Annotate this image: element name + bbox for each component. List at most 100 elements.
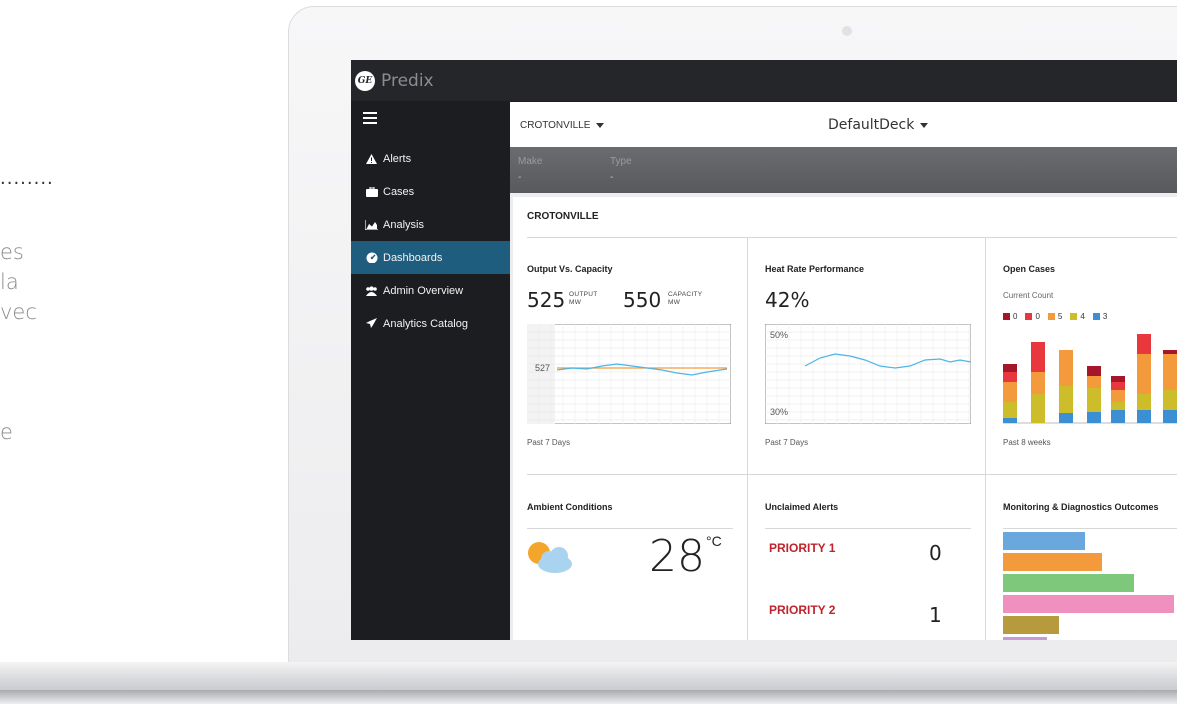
bar-segment: [1087, 412, 1101, 423]
sidebar-nav: Alerts Cases Analysis Dashboards Admin O…: [351, 142, 510, 340]
card-footer: Past 7 Days: [527, 438, 571, 447]
main-content: CROTONVILLE DefaultDeck Make - Type - CR…: [510, 102, 1177, 640]
laptop-base-shadow: [0, 690, 1177, 704]
bar-segment: [1111, 410, 1125, 423]
bar-segment: [1137, 410, 1151, 423]
sidebar-item-alerts[interactable]: Alerts: [351, 142, 510, 175]
temperature-unit: °C: [706, 533, 722, 549]
card-footer: Past 8 weeks: [1003, 438, 1051, 447]
area-chart-icon: [365, 219, 378, 230]
unclaimed-alerts-card[interactable]: Unclaimed Alerts PRIORITY 1 0 PRIORITY 2…: [751, 475, 985, 640]
card-title: Open Cases: [1003, 264, 1056, 274]
partly-cloudy-icon: [528, 542, 572, 573]
ambient-conditions-card[interactable]: Ambient Conditions 28 °C: [513, 475, 747, 640]
open-cases-stacked-bar-chart: [1003, 334, 1177, 424]
legend-value: 5: [1057, 312, 1063, 321]
card-divider: [1003, 528, 1177, 529]
sidebar-item-analytics-catalog[interactable]: Analytics Catalog: [351, 307, 510, 340]
md-outcomes-card[interactable]: Monitoring & Diagnostics Outcomes: [989, 475, 1177, 640]
bar-segment: [1031, 372, 1045, 394]
legend-value: 0: [1013, 312, 1018, 321]
type-label: Type: [610, 156, 632, 167]
sidebar-item-dashboards[interactable]: Dashboards: [351, 241, 510, 274]
context-bar: CROTONVILLE DefaultDeck: [510, 102, 1177, 147]
bar-segment: [1111, 382, 1125, 390]
md-outcome-bar: [1003, 616, 1059, 634]
open-cases-legend: 0 0 5 4 3: [1003, 312, 1115, 321]
users-icon: [365, 285, 378, 296]
deck-title: CROTONVILLE: [527, 211, 599, 222]
bar-segment: [1163, 354, 1177, 390]
legend-swatch: [1025, 313, 1033, 320]
bar-segment: [1059, 386, 1073, 413]
rocket-icon: [365, 318, 378, 329]
legend-swatch: [1092, 313, 1100, 320]
caret-down-icon: [920, 122, 929, 128]
site-selector[interactable]: CROTONVILLE: [520, 120, 605, 131]
heat-rate-card[interactable]: Heat Rate Performance 42% 50% 30% Past 7…: [751, 238, 985, 474]
card-divider: [527, 528, 733, 529]
hamburger-menu-icon[interactable]: [363, 112, 377, 124]
bar-segment: [1163, 390, 1177, 410]
md-outcome-bar: [1003, 553, 1102, 571]
sidebar-item-label: Cases: [383, 185, 415, 198]
legend-swatch: [1003, 313, 1010, 320]
card-title: Monitoring & Diagnostics Outcomes: [1003, 502, 1159, 512]
ge-logo-icon: GE: [355, 70, 375, 91]
sidebar-item-label: Dashboards: [383, 251, 443, 264]
legend-value: 3: [1102, 312, 1108, 321]
sidebar-item-label: Alerts: [383, 152, 412, 165]
priority-1-label[interactable]: PRIORITY 1: [769, 541, 835, 555]
priority-2-count: 1: [929, 603, 942, 627]
bar-segment: [1137, 334, 1151, 354]
card-divider: [765, 528, 971, 529]
app-screen: GE Predix Alerts Cases Analysis Dashboar…: [351, 60, 1177, 640]
bar-segment: [1031, 394, 1045, 423]
card-title: Unclaimed Alerts: [765, 502, 839, 512]
priority-2-label[interactable]: PRIORITY 2: [769, 603, 835, 617]
priority-1-count: 0: [929, 541, 942, 565]
card-title: Heat Rate Performance: [765, 264, 865, 274]
bar-segment: [1059, 350, 1073, 386]
legend-value: 0: [1035, 312, 1040, 321]
bar-segment: [1137, 394, 1151, 410]
sidebar-item-cases[interactable]: Cases: [351, 175, 510, 208]
bar-segment: [1003, 382, 1017, 402]
bar-segment: [1111, 376, 1125, 382]
bar-segment: [1031, 342, 1045, 372]
output-capacity-card[interactable]: Output Vs. Capacity 525 OUTPUT MW 550 CAP…: [513, 238, 747, 474]
bar-segment: [1003, 402, 1017, 418]
marketing-text-line: la: [0, 270, 19, 294]
output-value: 525: [527, 288, 566, 312]
legend-swatch: [1047, 313, 1055, 320]
dashboard-gauge-icon: [365, 252, 378, 263]
bar-segment: [1087, 388, 1101, 412]
make-value: -: [518, 172, 522, 183]
caret-down-icon: [596, 122, 605, 128]
heat-rate-value: 42%: [765, 288, 810, 312]
md-outcome-bar: [1003, 532, 1085, 550]
deck-selector[interactable]: DefaultDeck: [828, 117, 929, 133]
deck-selector-label: DefaultDeck: [828, 117, 915, 133]
open-cases-card[interactable]: Open Cases Current Count 0 0 5 4 3 Past …: [989, 238, 1177, 474]
bar-segment: [1111, 390, 1125, 402]
bar-segment: [1059, 413, 1073, 423]
sidebar-item-admin-overview[interactable]: Admin Overview: [351, 274, 510, 307]
md-outcome-bar: [1003, 574, 1134, 592]
md-outcomes-bar-chart: [1003, 532, 1174, 640]
dashboard-deck: CROTONVILLE Output Vs. Capacity 525 OUTP…: [513, 197, 1177, 640]
sidebar-item-analysis[interactable]: Analysis: [351, 208, 510, 241]
marketing-text-line: e: [0, 420, 13, 444]
card-title: Output Vs. Capacity: [527, 264, 613, 274]
sidebar-item-label: Analysis: [383, 218, 424, 231]
bar-segment: [1003, 372, 1017, 382]
bar-segment: [1087, 376, 1101, 388]
md-outcome-bar: [1003, 637, 1047, 640]
marketing-text-line: es: [0, 240, 24, 264]
bar-segment: [1111, 402, 1125, 410]
temperature-value: 28: [649, 531, 705, 582]
bar-segment: [1163, 410, 1177, 423]
sidebar-item-label: Admin Overview: [383, 284, 464, 297]
make-label: Make: [518, 156, 543, 167]
app-brand: Predix: [381, 70, 434, 91]
